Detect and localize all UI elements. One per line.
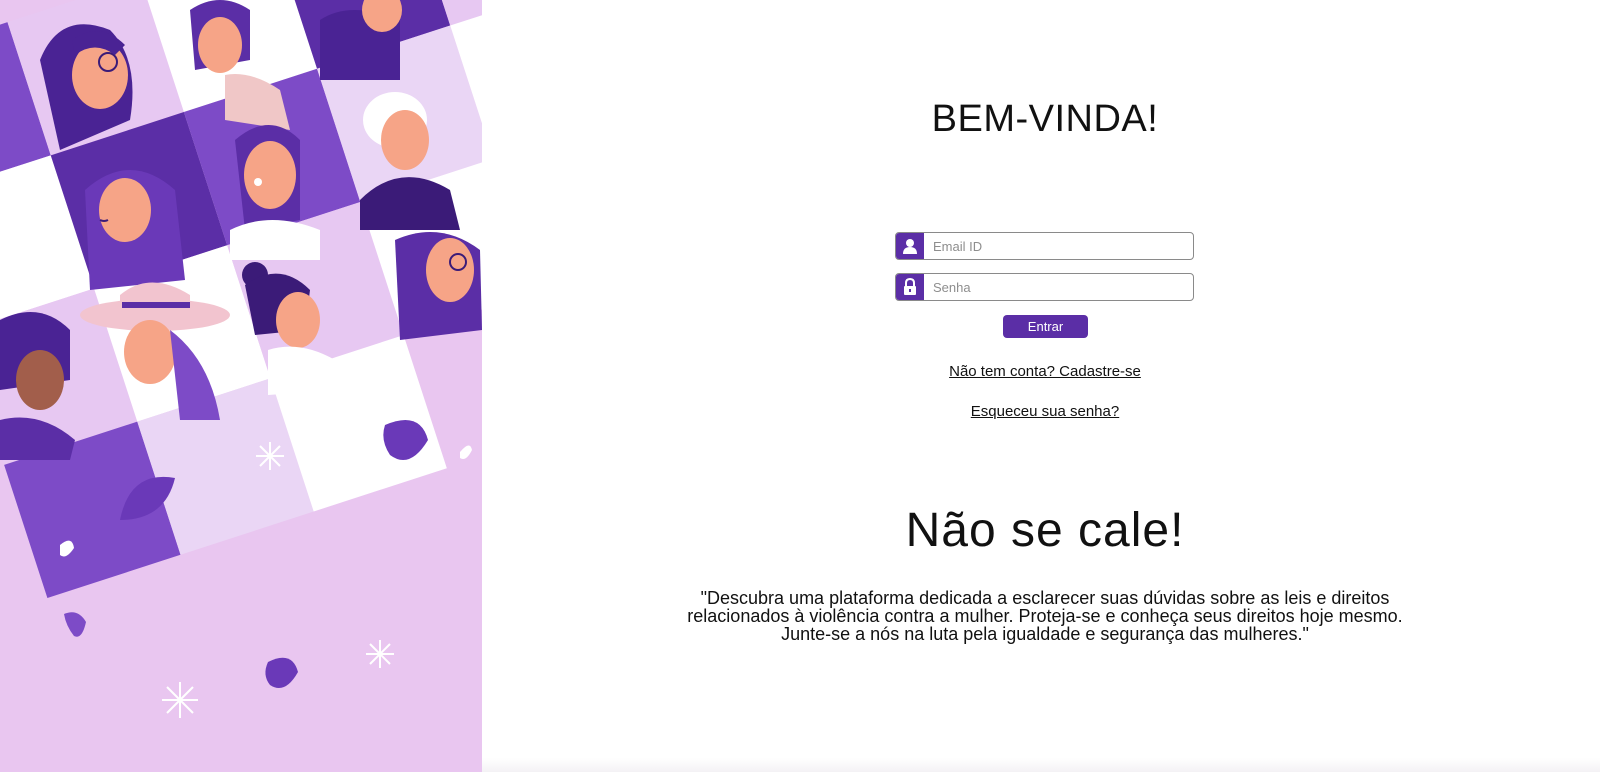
slogan-heading: Não se cale!	[905, 504, 1185, 557]
password-input[interactable]	[924, 274, 1193, 300]
password-field[interactable]	[895, 273, 1194, 301]
bottom-strip	[482, 758, 1600, 772]
email-field[interactable]	[895, 232, 1194, 260]
platform-description: "Descubra uma plataforma dedicada a escl…	[687, 588, 1403, 644]
women-illustration	[0, 0, 482, 772]
login-page: BEM-VINDA! Entrar Não tem conta? Cadastr…	[0, 0, 1600, 772]
welcome-title: BEM-VINDA!	[931, 98, 1159, 140]
user-icon	[896, 233, 924, 259]
lock-icon	[896, 274, 924, 300]
forgot-password-link[interactable]: Esqueceu sua senha?	[840, 403, 1250, 420]
email-input[interactable]	[924, 233, 1193, 259]
login-button[interactable]: Entrar	[1003, 315, 1088, 338]
signup-link[interactable]: Não tem conta? Cadastre-se	[840, 363, 1250, 380]
women-illustration-panel	[0, 0, 482, 772]
